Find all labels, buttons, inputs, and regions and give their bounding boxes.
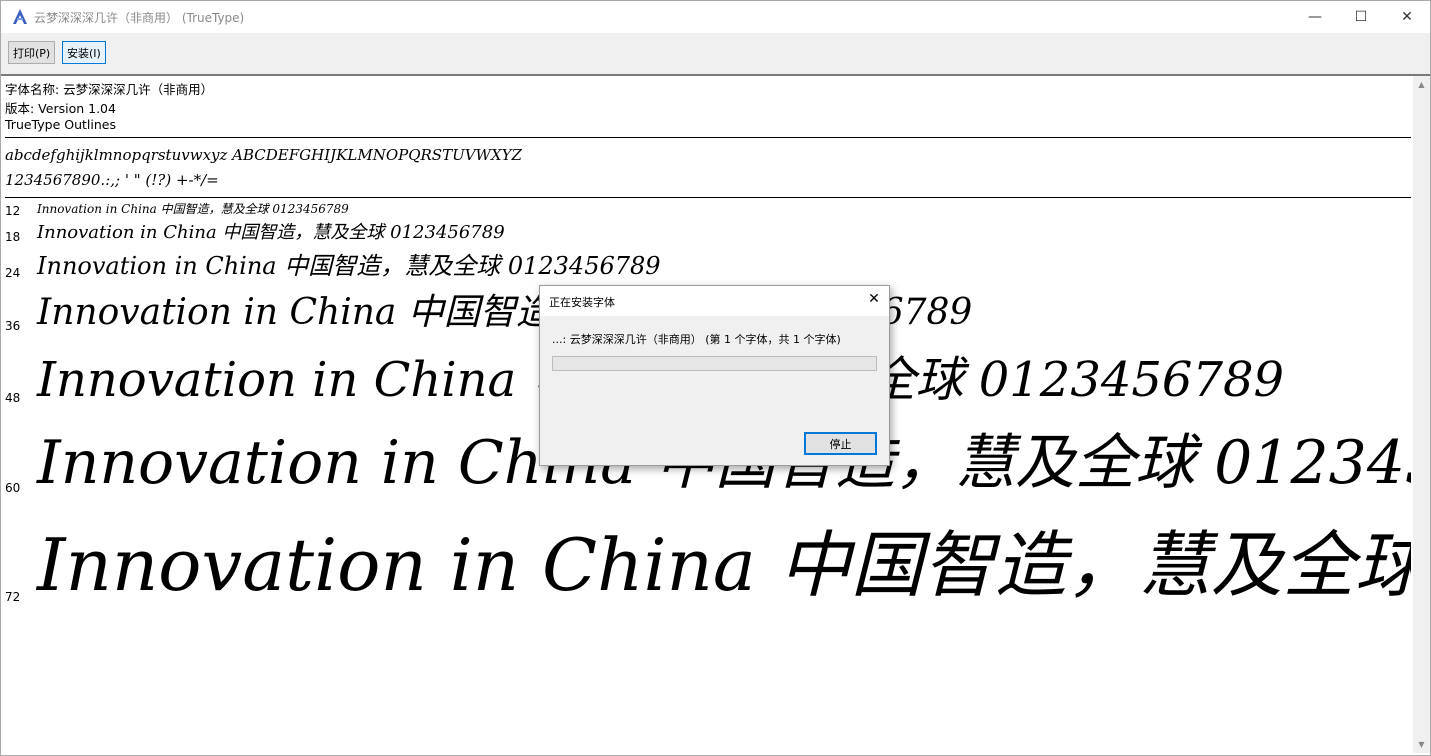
- installing-font-dialog: 正在安装字体 ✕ ...: 云梦深深深几许（非商用） (第 1 个字体，共 1 …: [539, 285, 890, 466]
- sample-text-18: Innovation in China 中国智造，慧及全球 0123456789: [37, 222, 505, 243]
- close-icon: ✕: [1401, 9, 1413, 25]
- install-status-text: ...: 云梦深深深几许（非商用） (第 1 个字体，共 1 个字体): [552, 333, 841, 346]
- stop-button[interactable]: 停止: [804, 432, 877, 455]
- dialog-body: ...: 云梦深深深几许（非商用） (第 1 个字体，共 1 个字体) 停止: [540, 316, 889, 465]
- print-button[interactable]: 打印(P): [8, 41, 56, 64]
- font-type-line: TrueType Outlines: [5, 117, 116, 132]
- dialog-title: 正在安装字体: [549, 296, 615, 309]
- divider-bottom: [5, 197, 1411, 198]
- install-progress-bar: [552, 356, 877, 371]
- size-label-24: 24: [5, 266, 21, 280]
- title-bar: 云梦深深深几许（非商用） (TrueType) — ☐ ✕: [1, 1, 1430, 33]
- minimize-icon: —: [1308, 9, 1322, 25]
- dialog-close-icon[interactable]: ✕: [865, 290, 883, 308]
- maximize-icon: ☐: [1354, 9, 1368, 25]
- sample-text-12: Innovation in China 中国智造，慧及全球 0123456789: [37, 202, 349, 216]
- maximize-button[interactable]: ☐: [1338, 1, 1384, 33]
- size-label-60: 60: [5, 481, 21, 495]
- minimize-button[interactable]: —: [1292, 1, 1338, 33]
- divider-top: [5, 137, 1411, 138]
- size-label-12: 12: [5, 204, 21, 218]
- toolbar: 打印(P) 安装(I): [1, 33, 1430, 76]
- charset-letters: abcdefghijklmnopqrstuvwxyz ABCDEFGHIJKLM…: [5, 146, 522, 164]
- charset-symbols: 1234567890.:,; ' " (!?) +-*/=: [5, 171, 219, 189]
- font-name-line: 字体名称: 云梦深深深几许（非商用）: [5, 82, 214, 97]
- size-label-48: 48: [5, 391, 21, 405]
- size-label-18: 18: [5, 230, 21, 244]
- font-app-icon: [13, 9, 27, 24]
- vertical-scrollbar[interactable]: ▲ ▼: [1413, 76, 1430, 753]
- install-button[interactable]: 安装(I): [62, 41, 106, 64]
- window-title: 云梦深深深几许（非商用） (TrueType): [34, 11, 245, 25]
- close-button[interactable]: ✕: [1384, 1, 1430, 33]
- scroll-up-icon[interactable]: ▲: [1413, 76, 1430, 93]
- size-label-72: 72: [5, 590, 21, 604]
- sample-text-72: Innovation in China 中国智造，慧及全球 0123456789: [37, 523, 1411, 607]
- sample-text-24: Innovation in China 中国智造，慧及全球 0123456789: [37, 252, 661, 280]
- scroll-down-icon[interactable]: ▼: [1413, 736, 1430, 753]
- font-version-line: 版本: Version 1.04: [5, 101, 116, 116]
- size-label-36: 36: [5, 319, 21, 333]
